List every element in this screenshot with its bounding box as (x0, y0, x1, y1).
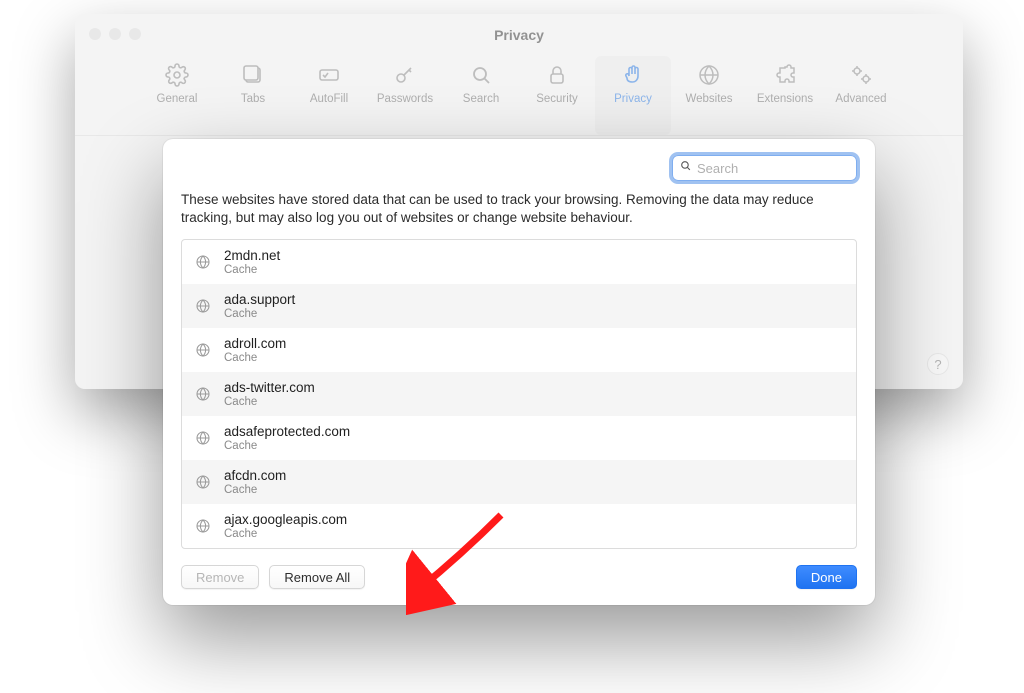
tab-tabs[interactable]: Tabs (215, 56, 291, 135)
website-detail: Cache (224, 308, 295, 321)
tab-passwords[interactable]: Passwords (367, 56, 443, 135)
website-domain: adsafeprotected.com (224, 424, 350, 440)
globe-icon (194, 253, 212, 271)
website-data-row[interactable]: adsafeprotected.comCache (182, 416, 856, 460)
tab-label: General (157, 93, 198, 105)
tab-label: AutoFill (310, 93, 348, 105)
help-button[interactable]: ? (927, 353, 949, 375)
tab-label: Extensions (757, 93, 813, 105)
website-data-list[interactable]: 2mdn.netCacheada.supportCacheadroll.comC… (181, 239, 857, 549)
tabs-icon (241, 62, 265, 88)
website-domain: ada.support (224, 292, 295, 308)
window-traffic-lights[interactable] (89, 28, 141, 40)
globe-icon (194, 297, 212, 315)
tab-search[interactable]: Search (443, 56, 519, 135)
titlebar: Privacy (75, 14, 963, 56)
gear-icon (165, 62, 189, 88)
tab-websites[interactable]: Websites (671, 56, 747, 135)
website-domain: ajax.googleapis.com (224, 512, 347, 528)
globe-icon (194, 473, 212, 491)
tab-label: Websites (685, 93, 732, 105)
website-detail: Cache (224, 264, 280, 277)
website-detail: Cache (224, 352, 286, 365)
done-button[interactable]: Done (796, 565, 857, 589)
website-detail: Cache (224, 396, 315, 409)
website-domain: afcdn.com (224, 468, 286, 484)
dialog-button-row: Remove Remove All Done (181, 565, 857, 589)
tab-advanced[interactable]: Advanced (823, 56, 899, 135)
search-icon (679, 159, 692, 177)
globe-icon (194, 517, 212, 535)
search-field[interactable] (672, 155, 857, 181)
preferences-toolbar: General Tabs AutoFill Passwords (75, 56, 963, 136)
website-data-row[interactable]: adroll.comCache (182, 328, 856, 372)
website-data-dialog: These websites have stored data that can… (163, 139, 875, 605)
window-title: Privacy (75, 27, 963, 43)
gears-icon (849, 62, 873, 88)
maximize-window-icon[interactable] (129, 28, 141, 40)
tab-label: Passwords (377, 93, 433, 105)
tab-label: Search (463, 93, 499, 105)
website-data-row[interactable]: ads-twitter.comCache (182, 372, 856, 416)
website-domain: 2mdn.net (224, 248, 280, 264)
autofill-icon (317, 62, 341, 88)
globe-icon (697, 62, 721, 88)
tab-label: Security (536, 93, 578, 105)
website-data-row[interactable]: ada.supportCache (182, 284, 856, 328)
tab-label: Advanced (835, 93, 886, 105)
website-detail: Cache (224, 440, 350, 453)
key-icon (393, 62, 417, 88)
tab-autofill[interactable]: AutoFill (291, 56, 367, 135)
website-detail: Cache (224, 528, 347, 541)
website-data-row[interactable]: 2mdn.netCache (182, 240, 856, 284)
hand-icon (621, 62, 645, 88)
website-domain: adroll.com (224, 336, 286, 352)
tab-privacy[interactable]: Privacy (595, 56, 671, 135)
website-data-row[interactable]: afcdn.comCache (182, 460, 856, 504)
website-domain: ads-twitter.com (224, 380, 315, 396)
globe-icon (194, 341, 212, 359)
minimize-window-icon[interactable] (109, 28, 121, 40)
puzzle-icon (773, 62, 797, 88)
search-input[interactable] (697, 161, 850, 176)
tab-label: Tabs (241, 93, 265, 105)
close-window-icon[interactable] (89, 28, 101, 40)
remove-button[interactable]: Remove (181, 565, 259, 589)
tab-security[interactable]: Security (519, 56, 595, 135)
globe-icon (194, 385, 212, 403)
dialog-description: These websites have stored data that can… (181, 191, 857, 227)
website-data-row[interactable]: ajax.googleapis.comCache (182, 504, 856, 548)
remove-all-button[interactable]: Remove All (269, 565, 365, 589)
search-icon (469, 62, 493, 88)
tab-label: Privacy (614, 93, 652, 105)
tab-general[interactable]: General (139, 56, 215, 135)
lock-icon (545, 62, 569, 88)
website-detail: Cache (224, 484, 286, 497)
tab-extensions[interactable]: Extensions (747, 56, 823, 135)
globe-icon (194, 429, 212, 447)
